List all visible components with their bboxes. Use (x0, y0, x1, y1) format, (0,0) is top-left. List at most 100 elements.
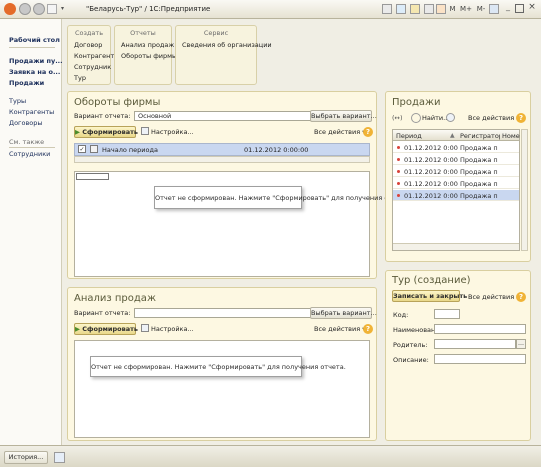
title-bar: ▾ "Беларусь-Тур" / 1С:Предприятие M M+ M… (0, 0, 541, 19)
close-icon[interactable]: × (527, 2, 537, 14)
history-button[interactable]: История... (4, 451, 48, 464)
desktop-link[interactable]: Рабочий стол (9, 36, 60, 44)
help-icon[interactable]: ? (363, 324, 373, 334)
memory-minus-button[interactable]: M- (474, 3, 488, 15)
all-actions-menu[interactable]: Все действия ▾ (468, 114, 519, 122)
cell-registrar: Продажа п (460, 156, 498, 164)
calendar-icon[interactable] (424, 4, 434, 14)
table-header: Период ▲ Регистратор Номе (393, 130, 520, 141)
help-icon[interactable]: ? (363, 127, 373, 137)
back-icon[interactable] (19, 3, 31, 15)
horizontal-scrollbar[interactable] (74, 156, 370, 163)
all-actions-menu[interactable]: Все действия ▾ (314, 325, 365, 333)
org-info-link[interactable]: Сведения об организации (182, 41, 272, 49)
generate-button[interactable]: ▶ Сформировать (74, 323, 138, 335)
see-also-label: См. также (9, 138, 45, 146)
calculator-icon[interactable] (436, 4, 446, 14)
all-actions-menu[interactable]: Все действия ▾ (468, 293, 519, 301)
menu-dropdown-icon[interactable]: ▾ (61, 5, 64, 12)
description-field[interactable] (434, 354, 526, 364)
clear-search-icon[interactable] (446, 113, 455, 122)
not-generated-message: Отчет не сформирован. Нажмите "Сформиров… (154, 186, 410, 209)
code-field[interactable] (434, 309, 460, 319)
nav-link-contracts[interactable]: Договоры (9, 119, 43, 127)
period-value[interactable]: 01.12.2012 0:00:00 (244, 146, 308, 154)
divider (9, 147, 55, 148)
settings-icon (141, 127, 149, 135)
forward-icon[interactable] (33, 3, 45, 15)
panel-title: Обороты фирмы (74, 97, 161, 108)
choose-variant-button[interactable]: Выбрать вариант... (310, 110, 377, 122)
section-sales-pu[interactable]: Продажи пу... (9, 57, 63, 65)
posted-marker-icon (397, 170, 400, 173)
group-title: Отчеты (130, 29, 156, 37)
nav-link-employees[interactable]: Сотрудники (9, 150, 50, 158)
navigation-panel: Рабочий стол Продажи пу... Заявка на о..… (0, 19, 63, 445)
windows-icon[interactable] (54, 452, 65, 463)
link-icon[interactable]: (↔) (392, 114, 403, 122)
cell-period: 01.12.2012 0:00:00 (404, 156, 458, 164)
variant-label: Вариант отчета: (74, 309, 131, 317)
maximize-icon[interactable] (515, 4, 524, 13)
calendar-icon (90, 145, 98, 153)
table-row[interactable]: 01.12.2012 0:00:00 Продажа п (393, 178, 519, 189)
memory-button[interactable]: M (447, 3, 458, 15)
table-row[interactable]: 01.12.2012 0:00:00 Продажа п (393, 154, 519, 165)
section-request[interactable]: Заявка на о... (9, 68, 60, 76)
minimize-icon[interactable]: _ (503, 2, 513, 14)
cell-period: 01.12.2012 0:00:00 (404, 192, 458, 200)
settings-link[interactable]: Настройка... (151, 325, 194, 333)
column-header-period[interactable]: Период (396, 132, 452, 140)
save-and-close-button[interactable]: Записать и закрыть (392, 290, 467, 302)
sales-table: Период ▲ Регистратор Номе 01.12.2012 0:0… (392, 129, 520, 251)
create-counterparty-link[interactable]: Контрагент (74, 52, 114, 60)
cell-registrar: Продажа п (460, 192, 498, 200)
divider (9, 47, 55, 48)
table-row[interactable]: 01.12.2012 0:00:00 Продажа п (393, 142, 519, 153)
period-label: Начало периода (102, 146, 158, 154)
app-logo-icon[interactable] (4, 3, 16, 15)
cell-period: 01.12.2012 0:00:00 (404, 168, 458, 176)
variant-label: Вариант отчета: (74, 112, 131, 120)
section-sales[interactable]: Продажи (9, 79, 44, 87)
generate-button[interactable]: ▶ Сформировать (74, 126, 138, 138)
parent-field[interactable] (434, 339, 516, 349)
code-label: Код: (393, 311, 409, 319)
period-checkbox[interactable]: ✓ (78, 145, 86, 153)
choose-variant-button[interactable]: Выбрать вариант... (310, 307, 377, 319)
sales-list-panel: Продажи (↔) Найти... Все действия ▾ ? Пе… (385, 91, 531, 262)
column-header-registrar[interactable]: Регистратор (460, 132, 500, 140)
name-field[interactable] (434, 324, 526, 334)
settings-icon (141, 324, 149, 332)
nav-link-tours[interactable]: Туры (9, 97, 26, 105)
favorites-icon[interactable] (410, 4, 420, 14)
cell-registrar: Продажа п (460, 168, 498, 176)
help-icon[interactable]: ? (516, 113, 526, 123)
memory-plus-button[interactable]: M+ (459, 3, 473, 15)
report-sales-analysis-link[interactable]: Анализ продаж (121, 41, 174, 49)
report-cell[interactable] (76, 173, 109, 180)
table-row-selected[interactable]: 01.12.2012 0:00:00 Продажа п (393, 190, 519, 201)
description-label: Описание: (393, 356, 429, 364)
vertical-scrollbar[interactable] (521, 129, 528, 251)
sort-icon: ▲ (450, 132, 455, 139)
not-generated-message: Отчет не сформирован. Нажмите "Сформиров… (90, 356, 346, 377)
help-icon[interactable]: ? (516, 292, 526, 302)
report-area (74, 340, 370, 438)
all-actions-menu[interactable]: Все действия ▾ (314, 128, 365, 136)
home-icon[interactable] (47, 4, 57, 14)
select-parent-button[interactable]: … (516, 339, 526, 349)
group-title: Создать (74, 29, 104, 37)
print-icon[interactable] (382, 4, 392, 14)
nav-link-counterparties[interactable]: Контрагенты (9, 108, 54, 116)
info-icon[interactable] (489, 4, 499, 14)
horizontal-scrollbar[interactable] (393, 243, 519, 250)
create-contract-link[interactable]: Договор (74, 41, 102, 49)
report-turnover-link[interactable]: Обороты фирмы (121, 52, 177, 60)
create-tour-link[interactable]: Тур (74, 74, 86, 82)
table-row[interactable]: 01.12.2012 0:00:00 Продажа п (393, 166, 519, 177)
column-header-number[interactable]: Номе (502, 132, 520, 140)
settings-link[interactable]: Настройка... (151, 128, 194, 136)
create-employee-link[interactable]: Сотрудник (74, 63, 111, 71)
save-icon[interactable] (396, 4, 406, 14)
